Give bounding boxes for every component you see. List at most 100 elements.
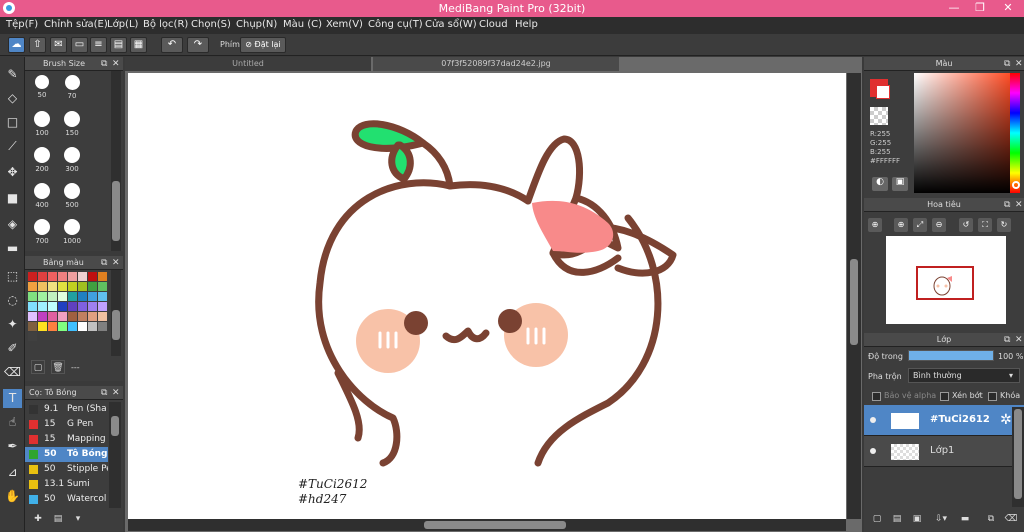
layer-row-tuci[interactable]: #TuCi2612 ✲ [864, 405, 1024, 436]
color-swatch[interactable] [68, 312, 77, 321]
brush-size-option[interactable]: 500 [57, 181, 87, 217]
add-brush-icon[interactable]: ✚ [31, 512, 45, 526]
color-swatch[interactable] [58, 322, 67, 331]
color-swatch[interactable] [28, 302, 37, 311]
color-swatch[interactable] [98, 282, 107, 291]
close-panel-icon[interactable]: ✕ [112, 256, 120, 270]
visibility-icon[interactable] [870, 448, 876, 454]
brush-size-option[interactable]: 70 [57, 73, 87, 109]
color-swatch[interactable] [88, 282, 97, 291]
select-tool-icon[interactable]: ⬚ [3, 267, 22, 286]
drawing-canvas[interactable]: #TuCi2612 #hd247 [128, 73, 846, 519]
layer-row-lop1[interactable]: Lớp1 [864, 436, 1024, 467]
color-swatch[interactable] [48, 312, 57, 321]
duplicate-layer-icon[interactable]: ⧉ [984, 512, 998, 526]
redo-button[interactable]: ↷ [187, 37, 209, 53]
opacity-slider[interactable] [908, 350, 994, 361]
menu-tools[interactable]: Công cụ(T) [368, 19, 423, 30]
folder-icon[interactable]: ▬ [958, 512, 972, 526]
close-button[interactable]: ✕ [994, 0, 1022, 17]
hue-slider[interactable] [1010, 73, 1020, 193]
select-pen-icon[interactable]: ✐ [3, 339, 22, 358]
brush-item[interactable]: 50 Tô Bóng [25, 447, 108, 462]
color-swatch[interactable] [88, 272, 97, 281]
gradient-tool-icon[interactable]: ▬ [3, 239, 22, 258]
undock-icon[interactable]: ⧉ [1004, 198, 1010, 212]
pen-tool-icon[interactable]: ✒ [3, 437, 22, 456]
blend-mode-select[interactable]: Bình thường ▾ [908, 368, 1020, 383]
restore-button[interactable]: ❐ [966, 0, 994, 17]
zoom-in-icon[interactable]: ⊕ [868, 218, 882, 232]
color-swatch[interactable] [68, 292, 77, 301]
color-swatch[interactable] [38, 302, 47, 311]
menu-file[interactable]: Tệp(F) [6, 19, 38, 30]
color-picker-square[interactable] [914, 73, 1020, 193]
tab-image[interactable]: 07f3f52089f37dad24e2.jpg [373, 57, 619, 71]
color-swatch[interactable] [88, 322, 97, 331]
color-swatch[interactable] [48, 292, 57, 301]
color-swatch[interactable] [88, 292, 97, 301]
grid-icon[interactable]: ▦ [130, 37, 147, 53]
color-swatch[interactable] [58, 292, 67, 301]
color-swatch[interactable] [28, 282, 37, 291]
brush-item[interactable]: 13.1 Sumi [25, 477, 108, 492]
menu-capture[interactable]: Chụp(N) [236, 19, 277, 30]
canvas-horizontal-scrollbar[interactable] [128, 519, 846, 531]
brush-settings-icon[interactable]: ▤ [51, 512, 65, 526]
color-swatch[interactable] [28, 312, 37, 321]
brush-item[interactable]: 9.1 Pen (Sha [25, 402, 108, 417]
color-wheel-icon[interactable]: ◐ [872, 177, 888, 191]
close-panel-icon[interactable]: ✕ [1015, 333, 1023, 347]
minimize-button[interactable]: — [940, 0, 968, 17]
brush-item[interactable]: 15 Mapping I [25, 432, 108, 447]
color-swatch[interactable] [58, 282, 67, 291]
brush-size-scrollbar[interactable] [111, 71, 121, 251]
color-swatch[interactable] [28, 272, 37, 281]
delete-layer-icon[interactable]: ⌫ [1004, 512, 1018, 526]
color-swatch[interactable] [78, 272, 87, 281]
add-color-icon[interactable]: ▢ [31, 360, 45, 374]
brush-size-option[interactable]: 50 [27, 73, 57, 109]
tab-untitled[interactable]: Untitled [125, 57, 371, 71]
brush-size-option[interactable]: 700 [27, 217, 57, 253]
undock-icon[interactable]: ⧉ [1004, 57, 1010, 71]
color-swatch[interactable] [68, 272, 77, 281]
visibility-icon[interactable] [870, 417, 876, 423]
menu-color[interactable]: Màu (C) [283, 19, 322, 30]
brush-size-option[interactable]: 300 [57, 145, 87, 181]
brush-menu-icon[interactable]: ▾ [71, 512, 85, 526]
brush-size-option[interactable]: 150 [57, 109, 87, 145]
menu-select[interactable]: Chọn(S) [191, 19, 231, 30]
secondary-color-swatch[interactable] [876, 85, 890, 99]
color-swatch[interactable] [68, 322, 77, 331]
color-swatch[interactable] [68, 282, 77, 291]
bucket-tool-icon[interactable]: ◈ [3, 215, 22, 234]
color-swatch[interactable] [48, 272, 57, 281]
lasso-tool-icon[interactable]: ◌ [3, 291, 22, 310]
color-swatch[interactable] [38, 292, 47, 301]
color-swatch[interactable] [88, 312, 97, 321]
close-panel-icon[interactable]: ✕ [112, 57, 120, 71]
layer-scrollbar[interactable] [1012, 407, 1024, 507]
color-swatch[interactable] [68, 302, 77, 311]
brush-item[interactable]: 50 Stipple Pe [25, 462, 108, 477]
palette-more[interactable]: --- [71, 363, 80, 372]
menu-view[interactable]: Xem(V) [326, 19, 363, 30]
color-swatch[interactable] [98, 292, 107, 301]
brush-size-option[interactable]: 1000 [57, 217, 87, 253]
undo-button[interactable]: ↶ [161, 37, 183, 53]
undock-icon[interactable]: ⧉ [1004, 333, 1010, 347]
color-swatch[interactable] [58, 302, 67, 311]
line-tool-icon[interactable]: ⟋ [3, 137, 22, 156]
brush-size-option[interactable]: 200 [27, 145, 57, 181]
close-panel-icon[interactable]: ✕ [112, 386, 120, 400]
color-swatch[interactable] [28, 322, 37, 331]
close-panel-icon[interactable]: ✕ [1015, 198, 1023, 212]
navigator-preview[interactable] [886, 236, 1006, 324]
comment-icon[interactable]: ✉ [50, 37, 67, 53]
upload-icon[interactable]: ⇧ [29, 37, 46, 53]
undock-icon[interactable]: ⧉ [101, 386, 107, 400]
menu-window[interactable]: Cửa sổ(W) [425, 19, 477, 30]
document-icon[interactable]: ≡ [90, 37, 107, 53]
new-halftone-layer-icon[interactable]: ▤ [890, 512, 904, 526]
